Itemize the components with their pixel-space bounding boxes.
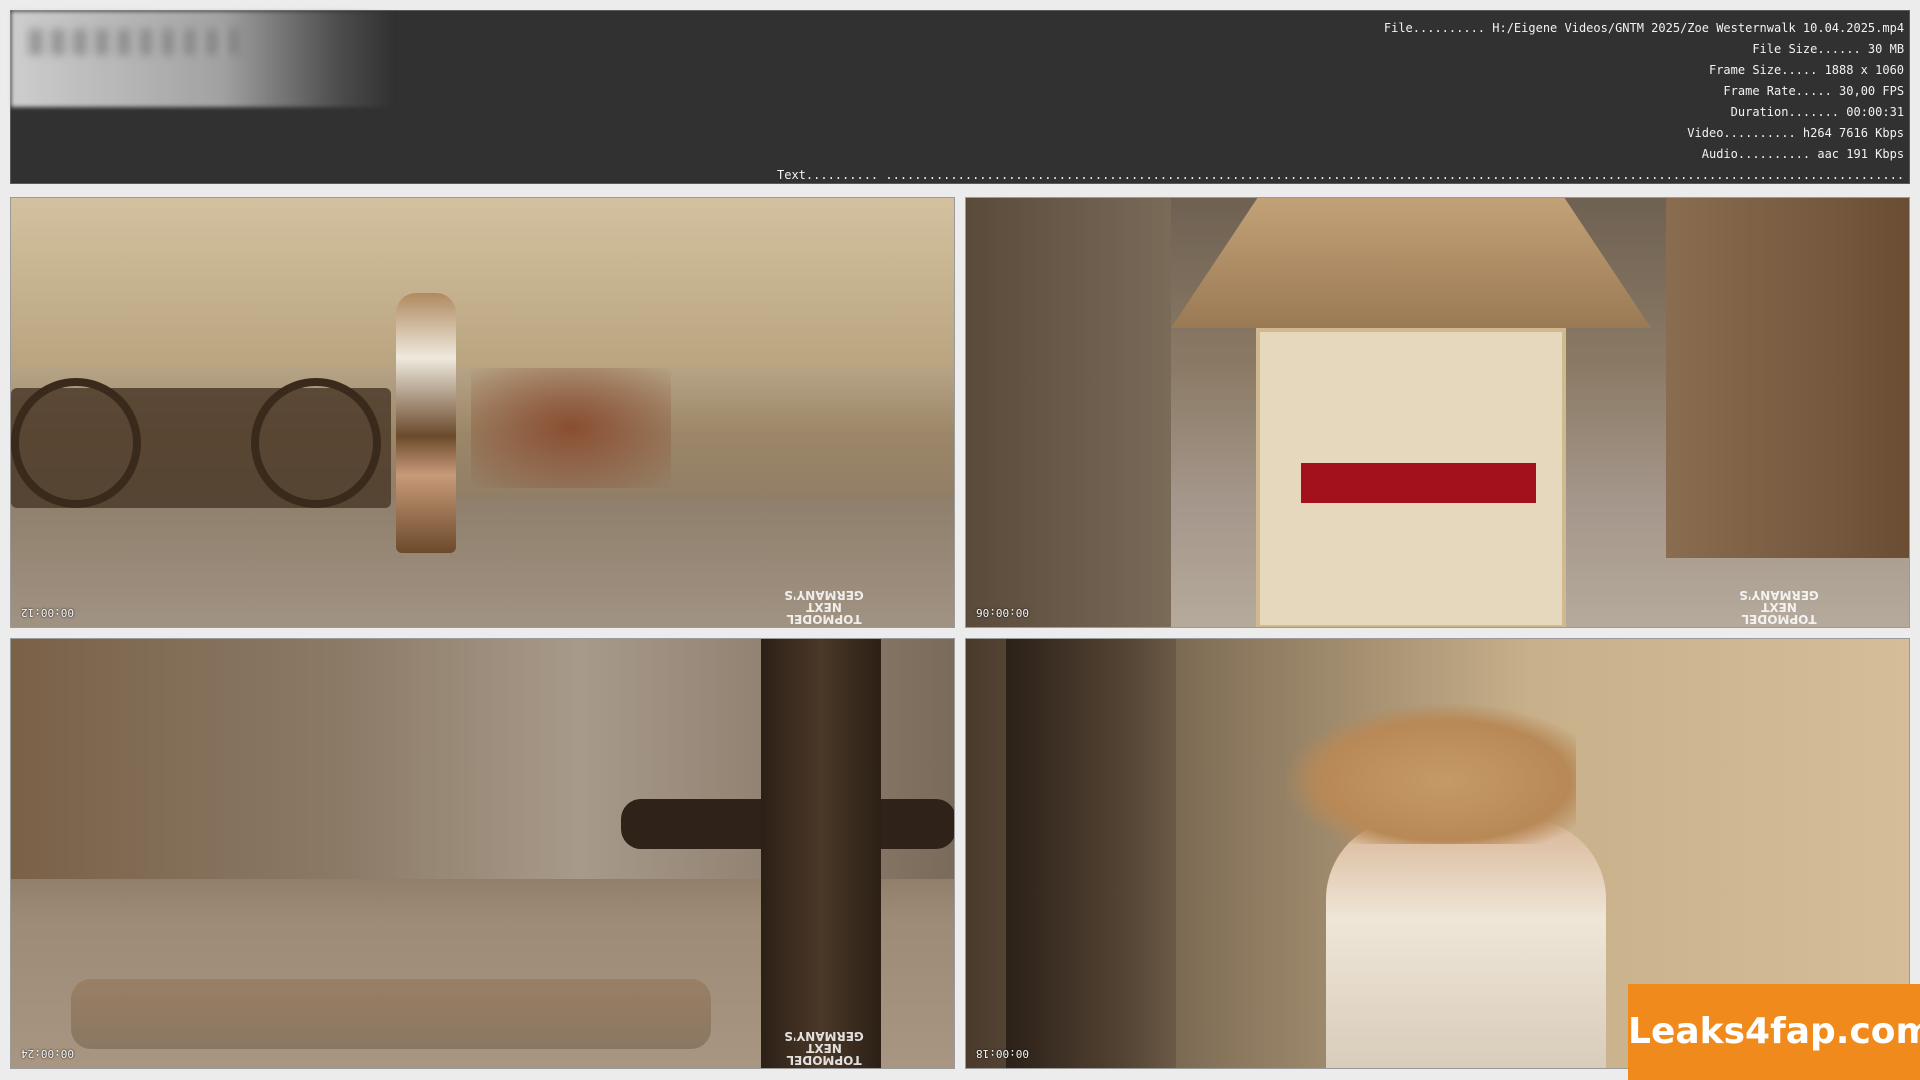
meta-file-size: File Size...... 30 MB (1752, 42, 1904, 56)
scene-hill (11, 198, 954, 368)
scene-buildings-right (1666, 198, 1909, 558)
scene-puddle (71, 979, 711, 1049)
thumbnail-timestamp: 00:00:12 (21, 606, 74, 619)
metadata-list: File.......... H:/Eigene Videos/GNTM 202… (777, 18, 1904, 186)
meta-file: File.......... H:/Eigene Videos/GNTM 202… (1383, 21, 1904, 35)
contact-sheet: File.......... H:/Eigene Videos/GNTM 202… (0, 0, 1920, 1080)
scene-booth-roof (1171, 198, 1651, 328)
logo-line: TOPMODEL (786, 1053, 862, 1067)
scene-bush (471, 368, 671, 488)
scene-booth-red-panel (1301, 463, 1536, 503)
scene-blurred-post (1006, 639, 1176, 1068)
blurred-text (29, 29, 239, 55)
scene-wagon-wheel (11, 378, 141, 508)
thumbnail-3: 00:00:24 TOPMODEL NEXT GERMANY'S (10, 638, 955, 1069)
blurred-region (11, 11, 395, 107)
logo-line: GERMANY'S (784, 1029, 864, 1043)
thumbnail-timestamp: 00:00:24 (21, 1047, 74, 1060)
logo-line: TOPMODEL (786, 612, 862, 626)
scene-cowboy-hat (1286, 704, 1576, 844)
scene-buildings-left (966, 198, 1171, 627)
show-logo: TOPMODEL NEXT GERMANY'S (779, 588, 869, 626)
thumbnail-1: 00:00:12 TOPMODEL NEXT GERMANY'S (10, 197, 955, 628)
thumbnail-timestamp: 00:00:18 (976, 1047, 1029, 1060)
scene-model (396, 293, 456, 553)
show-logo: TOPMODEL NEXT GERMANY'S (1734, 588, 1824, 626)
logo-line: GERMANY'S (784, 588, 864, 602)
logo-line: GERMANY'S (1739, 588, 1819, 602)
meta-text: Text.......... .........................… (776, 168, 1904, 182)
meta-frame-rate: Frame Rate..... 30,00 FPS (1723, 84, 1904, 98)
scene-wagon-wheel (251, 378, 381, 508)
meta-duration: Duration....... 00:00:31 (1730, 105, 1904, 119)
thumbnail-timestamp: 00:00:06 (976, 606, 1029, 619)
scene-post (761, 639, 881, 1068)
watermark-banner: Leaks4fap.com (1628, 984, 1920, 1080)
meta-frame-size: Frame Size..... 1888 x 1060 (1708, 63, 1904, 77)
scene-model-closeup (1326, 819, 1606, 1068)
show-logo: TOPMODEL NEXT GERMANY'S (779, 1029, 869, 1067)
meta-video: Video.......... h264 7616 Kbps (1687, 126, 1904, 140)
meta-audio: Audio.......... aac 191 Kbps (1701, 147, 1904, 161)
thumbnail-2: 00:00:06 TOPMODEL NEXT GERMANY'S (965, 197, 1910, 628)
media-info-panel: File.......... H:/Eigene Videos/GNTM 202… (10, 10, 1910, 184)
logo-line: TOPMODEL (1741, 612, 1817, 626)
